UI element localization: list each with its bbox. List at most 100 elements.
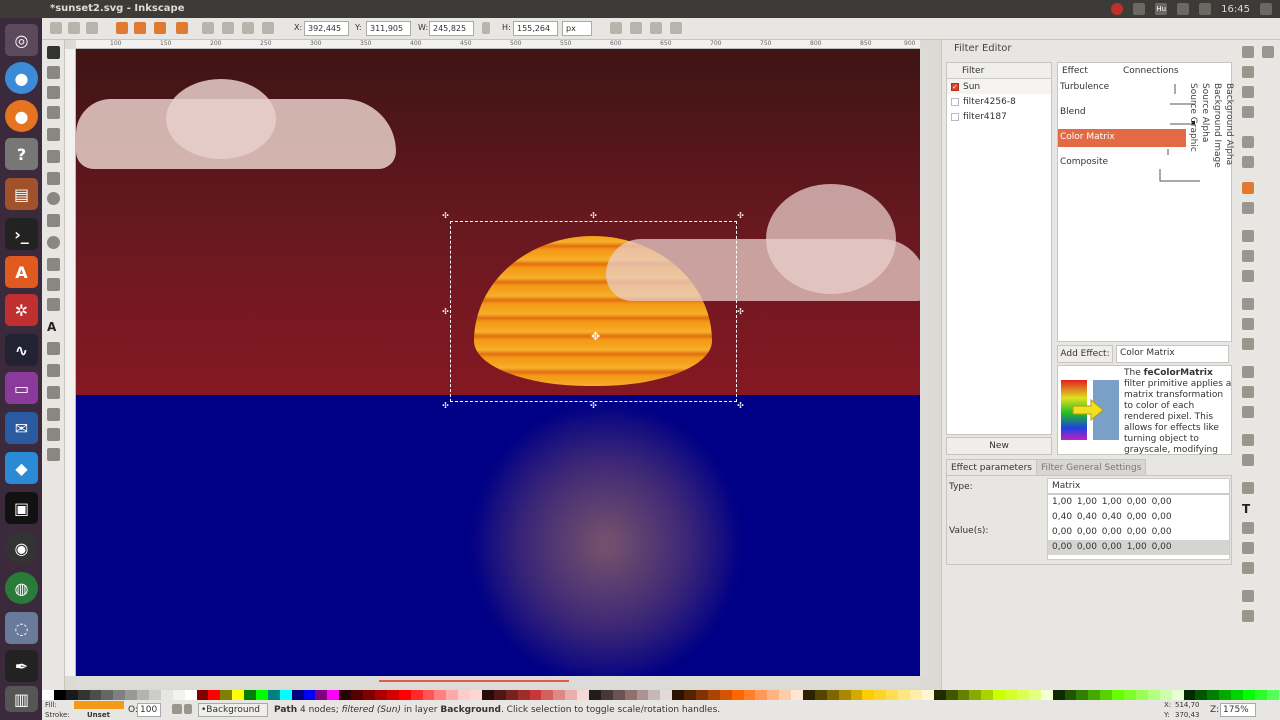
new-document-icon[interactable] bbox=[1242, 46, 1254, 58]
chrome-icon[interactable]: ● bbox=[5, 62, 38, 94]
palette-swatch[interactable] bbox=[1207, 690, 1220, 700]
open-icon[interactable] bbox=[1242, 66, 1254, 78]
palette-swatch[interactable] bbox=[172, 690, 185, 700]
palette-swatch[interactable] bbox=[65, 690, 78, 700]
scale-handle-sw[interactable]: ✣ bbox=[442, 402, 449, 410]
input-background-alpha[interactable]: Background Alpha bbox=[1224, 83, 1234, 165]
palette-swatch[interactable] bbox=[993, 690, 1006, 700]
palette-swatch[interactable] bbox=[279, 690, 292, 700]
connections-column-header[interactable]: Connections bbox=[1121, 63, 1181, 79]
app-icon-2[interactable]: ◉ bbox=[5, 532, 38, 564]
duplicate-icon[interactable] bbox=[1242, 366, 1254, 378]
palette-swatch[interactable] bbox=[767, 690, 780, 700]
height-input[interactable]: 155,264 bbox=[513, 21, 558, 36]
filter-row[interactable]: filter4256-8 bbox=[947, 94, 1051, 109]
lower-to-bottom-icon[interactable] bbox=[262, 22, 274, 34]
palette-swatch[interactable] bbox=[529, 690, 542, 700]
zoom-tool-icon[interactable] bbox=[47, 106, 60, 119]
palette-swatch[interactable] bbox=[1171, 690, 1184, 700]
thunderbird-icon[interactable]: ✉ bbox=[5, 412, 38, 444]
stroke-value[interactable]: Unset bbox=[87, 711, 110, 719]
palette-swatch[interactable] bbox=[517, 690, 530, 700]
export-icon[interactable] bbox=[1242, 156, 1254, 168]
filter-row[interactable]: filter4187 bbox=[947, 109, 1051, 124]
palette-swatch[interactable] bbox=[101, 690, 114, 700]
scale-stroke-icon[interactable] bbox=[610, 22, 622, 34]
zoom-input[interactable]: 175% bbox=[1220, 703, 1256, 717]
palette-swatch[interactable] bbox=[755, 690, 768, 700]
palette-swatch[interactable] bbox=[553, 690, 566, 700]
palette-swatch[interactable] bbox=[184, 690, 197, 700]
scale-handle-ne[interactable]: ✣ bbox=[737, 212, 744, 220]
scale-handle-s[interactable]: ✣ bbox=[590, 402, 597, 410]
copy-icon[interactable] bbox=[1242, 230, 1254, 242]
box3d-tool-icon[interactable] bbox=[47, 172, 60, 185]
horizontal-ruler[interactable]: 100 150 200 250 300 350 400 450 500 550 … bbox=[76, 40, 920, 49]
filter-checkbox[interactable] bbox=[951, 112, 959, 121]
lower-icon[interactable] bbox=[242, 22, 254, 34]
palette-swatch[interactable] bbox=[351, 690, 364, 700]
input-source-alpha[interactable]: Source Alpha bbox=[1200, 83, 1210, 142]
scale-handle-nw[interactable]: ✣ bbox=[442, 212, 449, 220]
color-palette[interactable] bbox=[42, 690, 1280, 700]
sound-icon[interactable] bbox=[1199, 3, 1212, 15]
clock[interactable]: 16:45 bbox=[1221, 4, 1250, 15]
move-gradients-icon[interactable] bbox=[650, 22, 662, 34]
settings-gear-icon[interactable] bbox=[1260, 3, 1272, 15]
dropbox-icon[interactable]: ◆ bbox=[5, 452, 38, 484]
palette-swatch[interactable] bbox=[160, 690, 173, 700]
scale-handle-se[interactable]: ✣ bbox=[737, 402, 744, 410]
palette-swatch[interactable] bbox=[1064, 690, 1077, 700]
software-center-icon[interactable]: A bbox=[5, 256, 38, 288]
palette-swatch[interactable] bbox=[1219, 690, 1232, 700]
app-icon[interactable]: ▣ bbox=[5, 492, 38, 524]
filter-column-header[interactable]: Filter bbox=[947, 63, 1051, 79]
palette-swatch[interactable] bbox=[505, 690, 518, 700]
palette-swatch[interactable] bbox=[422, 690, 435, 700]
star-tool-icon[interactable] bbox=[47, 214, 60, 227]
opacity-input[interactable]: 100 bbox=[137, 703, 161, 717]
palette-swatch[interactable] bbox=[1088, 690, 1101, 700]
palette-swatch[interactable] bbox=[1040, 690, 1053, 700]
filter-checkbox[interactable] bbox=[951, 97, 959, 106]
app-icon-3[interactable]: ◌ bbox=[5, 612, 38, 644]
palette-swatch[interactable] bbox=[731, 690, 744, 700]
palette-swatch[interactable] bbox=[672, 690, 685, 700]
palette-swatch[interactable] bbox=[303, 690, 316, 700]
palette-swatch[interactable] bbox=[612, 690, 625, 700]
palette-swatch[interactable] bbox=[910, 690, 922, 700]
spiral-tool-icon[interactable] bbox=[47, 236, 60, 249]
palette-swatch[interactable] bbox=[125, 690, 138, 700]
palette-swatch[interactable] bbox=[89, 690, 102, 700]
deselect-icon[interactable] bbox=[86, 22, 98, 34]
palette-swatch[interactable] bbox=[1135, 690, 1148, 700]
palette-swatch[interactable] bbox=[339, 690, 352, 700]
width-input[interactable]: 245,825 bbox=[429, 21, 474, 36]
layer-select[interactable]: •Background bbox=[198, 703, 268, 717]
preferences-icon[interactable] bbox=[1242, 562, 1254, 574]
drawing-canvas[interactable]: ✣ ✣ ✣ ✣ ✣ ✣ ✣ ✣ ✥ bbox=[76, 49, 920, 676]
new-filter-button[interactable]: New bbox=[946, 437, 1052, 455]
palette-swatch[interactable] bbox=[957, 690, 970, 700]
palette-swatch[interactable] bbox=[398, 690, 411, 700]
palette-swatch[interactable] bbox=[577, 690, 589, 700]
palette-swatch[interactable] bbox=[541, 690, 554, 700]
palette-swatch[interactable] bbox=[434, 690, 447, 700]
scale-corners-icon[interactable] bbox=[630, 22, 642, 34]
palette-swatch[interactable] bbox=[803, 690, 815, 700]
ellipse-tool-icon[interactable] bbox=[47, 192, 60, 205]
palette-swatch[interactable] bbox=[291, 690, 304, 700]
move-patterns-icon[interactable] bbox=[670, 22, 682, 34]
palette-swatch[interactable] bbox=[969, 690, 982, 700]
palette-swatch[interactable] bbox=[1159, 690, 1172, 700]
palette-swatch[interactable] bbox=[1028, 690, 1041, 700]
palette-swatch[interactable] bbox=[470, 690, 482, 700]
rotate-cw-icon[interactable] bbox=[134, 22, 146, 34]
palette-swatch[interactable] bbox=[874, 690, 887, 700]
palette-swatch[interactable] bbox=[458, 690, 471, 700]
edit-icon[interactable] bbox=[1242, 610, 1254, 622]
dropbox-tray-icon[interactable] bbox=[1133, 3, 1146, 15]
palette-swatch[interactable] bbox=[1076, 690, 1089, 700]
palette-swatch[interactable] bbox=[256, 690, 268, 700]
globe-icon[interactable]: ◍ bbox=[5, 572, 38, 604]
